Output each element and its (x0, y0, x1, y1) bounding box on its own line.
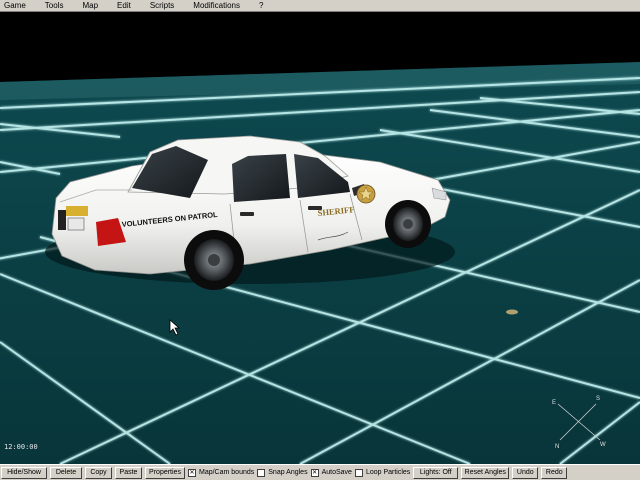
loop-particles-box[interactable] (354, 468, 363, 477)
rear-amber-light (66, 206, 88, 216)
compass-e: E (552, 400, 556, 406)
game-clock: 12:00:00 (4, 443, 38, 451)
menu-game[interactable]: Game (0, 0, 26, 11)
3d-viewport[interactable]: VOLUNTEERS ON PATROL SHERIFF E S N W (0, 12, 640, 464)
loop-particles-checkbox[interactable]: Loop Particles (354, 467, 411, 479)
menu-tools[interactable]: Tools (41, 0, 64, 11)
redo-button[interactable]: Redo (541, 466, 568, 479)
autosave-label: AutoSave (321, 469, 352, 476)
delete-button[interactable]: Delete (50, 466, 82, 479)
compass-w: W (600, 442, 606, 448)
snap-angles-box[interactable] (257, 468, 266, 477)
rear-wheel (184, 230, 244, 290)
reset-angles-button[interactable]: Reset Angles (461, 466, 510, 479)
rear-side-window (232, 154, 290, 202)
front-wheel (385, 200, 431, 248)
menu-modifications[interactable]: Modifications (189, 0, 240, 11)
snap-angles-checkbox[interactable]: Snap Angles (257, 467, 308, 479)
map-cam-bounds-label: Map/Cam bounds (199, 469, 255, 476)
rear-door-handle (240, 212, 254, 216)
rear-dark-panel (58, 210, 66, 230)
autosave-box[interactable]: ✕ (310, 468, 319, 477)
ground-object[interactable] (506, 309, 518, 315)
compass-n: N (555, 444, 559, 450)
properties-button[interactable]: Properties (145, 466, 185, 479)
copy-button[interactable]: Copy (85, 466, 112, 479)
menu-edit[interactable]: Edit (113, 0, 131, 11)
map-cam-bounds-checkbox[interactable]: ✕ Map/Cam bounds (188, 467, 254, 479)
undo-button[interactable]: Undo (512, 466, 539, 479)
loop-particles-label: Loop Particles (365, 469, 411, 476)
bottom-toolbar: Hide/Show Delete Copy Paste Properties ✕… (0, 464, 640, 480)
autosave-checkbox[interactable]: ✕ AutoSave (310, 467, 352, 479)
snap-angles-label: Snap Angles (268, 469, 308, 476)
scene-canvas[interactable]: VOLUNTEERS ON PATROL SHERIFF E S N W (0, 12, 640, 464)
menu-scripts[interactable]: Scripts (146, 0, 174, 11)
menu-help[interactable]: ? (255, 0, 263, 11)
lights-toggle-button[interactable]: Lights: Off (413, 466, 459, 479)
hide-show-button[interactable]: Hide/Show (1, 466, 47, 479)
sheriff-star-icon (356, 184, 376, 204)
compass-s: S (596, 396, 600, 402)
paste-button[interactable]: Paste (115, 466, 142, 479)
map-cam-bounds-box[interactable]: ✕ (188, 468, 196, 477)
editor-window: Game Tools Map Edit Scripts Modification… (0, 0, 640, 480)
menu-map[interactable]: Map (78, 0, 98, 11)
license-plate (67, 217, 85, 231)
menu-bar: Game Tools Map Edit Scripts Modification… (0, 0, 640, 12)
